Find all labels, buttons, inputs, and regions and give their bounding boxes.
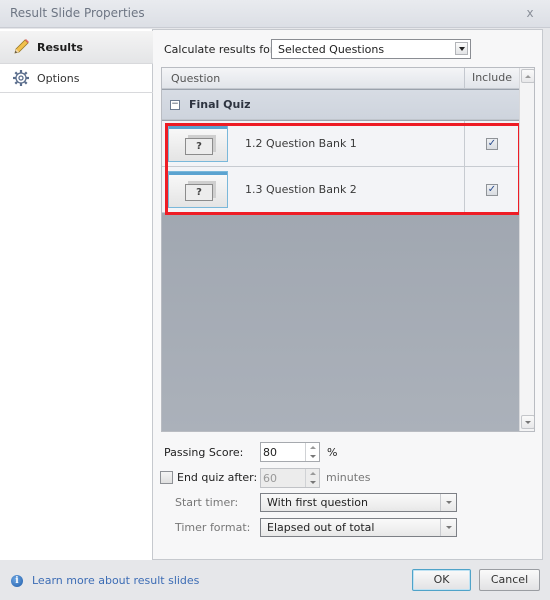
start-timer-dropdown[interactable]: With first question xyxy=(260,493,457,512)
stepper-down-icon[interactable] xyxy=(306,478,319,487)
passing-score-stepper[interactable] xyxy=(260,442,320,462)
questions-grid: Question Include − Final Quiz ? 1.2 Ques… xyxy=(161,67,535,432)
question-mark-icon: ? xyxy=(185,138,213,155)
sidebar-item-label: Results xyxy=(37,40,83,54)
passing-score-label: Passing Score: xyxy=(164,446,244,459)
include-cell: ✓ xyxy=(464,121,519,166)
column-header-include[interactable]: Include xyxy=(464,68,519,89)
cancel-button[interactable]: Cancel xyxy=(479,569,540,591)
question-mark-icon: ? xyxy=(185,184,213,201)
learn-more-link[interactable]: i Learn more about result slides xyxy=(11,574,199,587)
gear-icon xyxy=(12,69,30,87)
chevron-down-icon xyxy=(440,519,456,536)
stepper-arrows xyxy=(305,443,319,461)
calculate-results-value: Selected Questions xyxy=(278,42,385,56)
group-name: Final Quiz xyxy=(189,98,251,111)
chevron-down-icon xyxy=(440,494,456,511)
stepper-up-icon[interactable] xyxy=(306,443,319,452)
end-quiz-minutes-input[interactable] xyxy=(261,469,305,487)
end-quiz-checkbox[interactable] xyxy=(160,471,173,484)
start-timer-label: Start timer: xyxy=(175,496,239,509)
end-quiz-stepper[interactable] xyxy=(260,468,320,488)
info-icon: i xyxy=(11,574,23,587)
end-quiz-label: End quiz after: xyxy=(177,471,258,484)
sidebar-item-label: Options xyxy=(37,71,80,85)
passing-score-input[interactable] xyxy=(261,443,305,461)
question-thumbnail: ? xyxy=(168,125,228,162)
group-row-final-quiz: − Final Quiz xyxy=(162,90,519,120)
scroll-down-button[interactable] xyxy=(521,415,534,429)
ok-button[interactable]: OK xyxy=(412,569,471,591)
calculate-results-dropdown[interactable]: Selected Questions xyxy=(271,39,471,59)
calculate-results-label: Calculate results for: xyxy=(164,43,278,56)
stepper-arrows xyxy=(305,469,319,487)
table-row[interactable]: ? 1.2 Question Bank 1 ✓ xyxy=(162,121,519,167)
timer-format-value: Elapsed out of total xyxy=(267,521,375,534)
grid-header: Question Include xyxy=(162,68,519,89)
window-title: Result Slide Properties xyxy=(10,6,145,20)
vertical-scrollbar[interactable] xyxy=(519,68,534,431)
main-panel: Calculate results for: Selected Question… xyxy=(153,29,543,560)
timer-format-label: Timer format: xyxy=(175,521,251,534)
close-icon[interactable]: x xyxy=(522,5,538,21)
include-checkbox[interactable]: ✓ xyxy=(486,183,498,196)
question-name: 1.3 Question Bank 2 xyxy=(245,183,357,196)
question-thumbnail: ? xyxy=(168,171,228,208)
stepper-up-icon[interactable] xyxy=(306,469,319,478)
include-checkbox[interactable]: ✓ xyxy=(486,137,498,150)
start-timer-value: With first question xyxy=(267,496,368,509)
table-row[interactable]: ? 1.3 Question Bank 2 ✓ xyxy=(162,167,519,213)
collapse-icon[interactable]: − xyxy=(170,100,180,110)
sidebar: Results Options xyxy=(0,29,153,560)
column-header-question[interactable]: Question xyxy=(171,72,220,85)
learn-more-text[interactable]: Learn more about result slides xyxy=(32,574,199,587)
percent-unit: % xyxy=(327,446,338,459)
chevron-down-icon xyxy=(455,42,468,55)
pencil-icon xyxy=(12,38,30,56)
minutes-unit: minutes xyxy=(326,471,371,484)
title-bar: Result Slide Properties x xyxy=(0,0,550,28)
scroll-up-button[interactable] xyxy=(521,69,534,83)
include-cell: ✓ xyxy=(464,167,519,212)
sidebar-item-results[interactable]: Results xyxy=(0,31,153,63)
sidebar-item-options[interactable]: Options xyxy=(0,63,153,93)
timer-format-dropdown[interactable]: Elapsed out of total xyxy=(260,518,457,537)
stepper-down-icon[interactable] xyxy=(306,452,319,461)
question-name: 1.2 Question Bank 1 xyxy=(245,137,357,150)
